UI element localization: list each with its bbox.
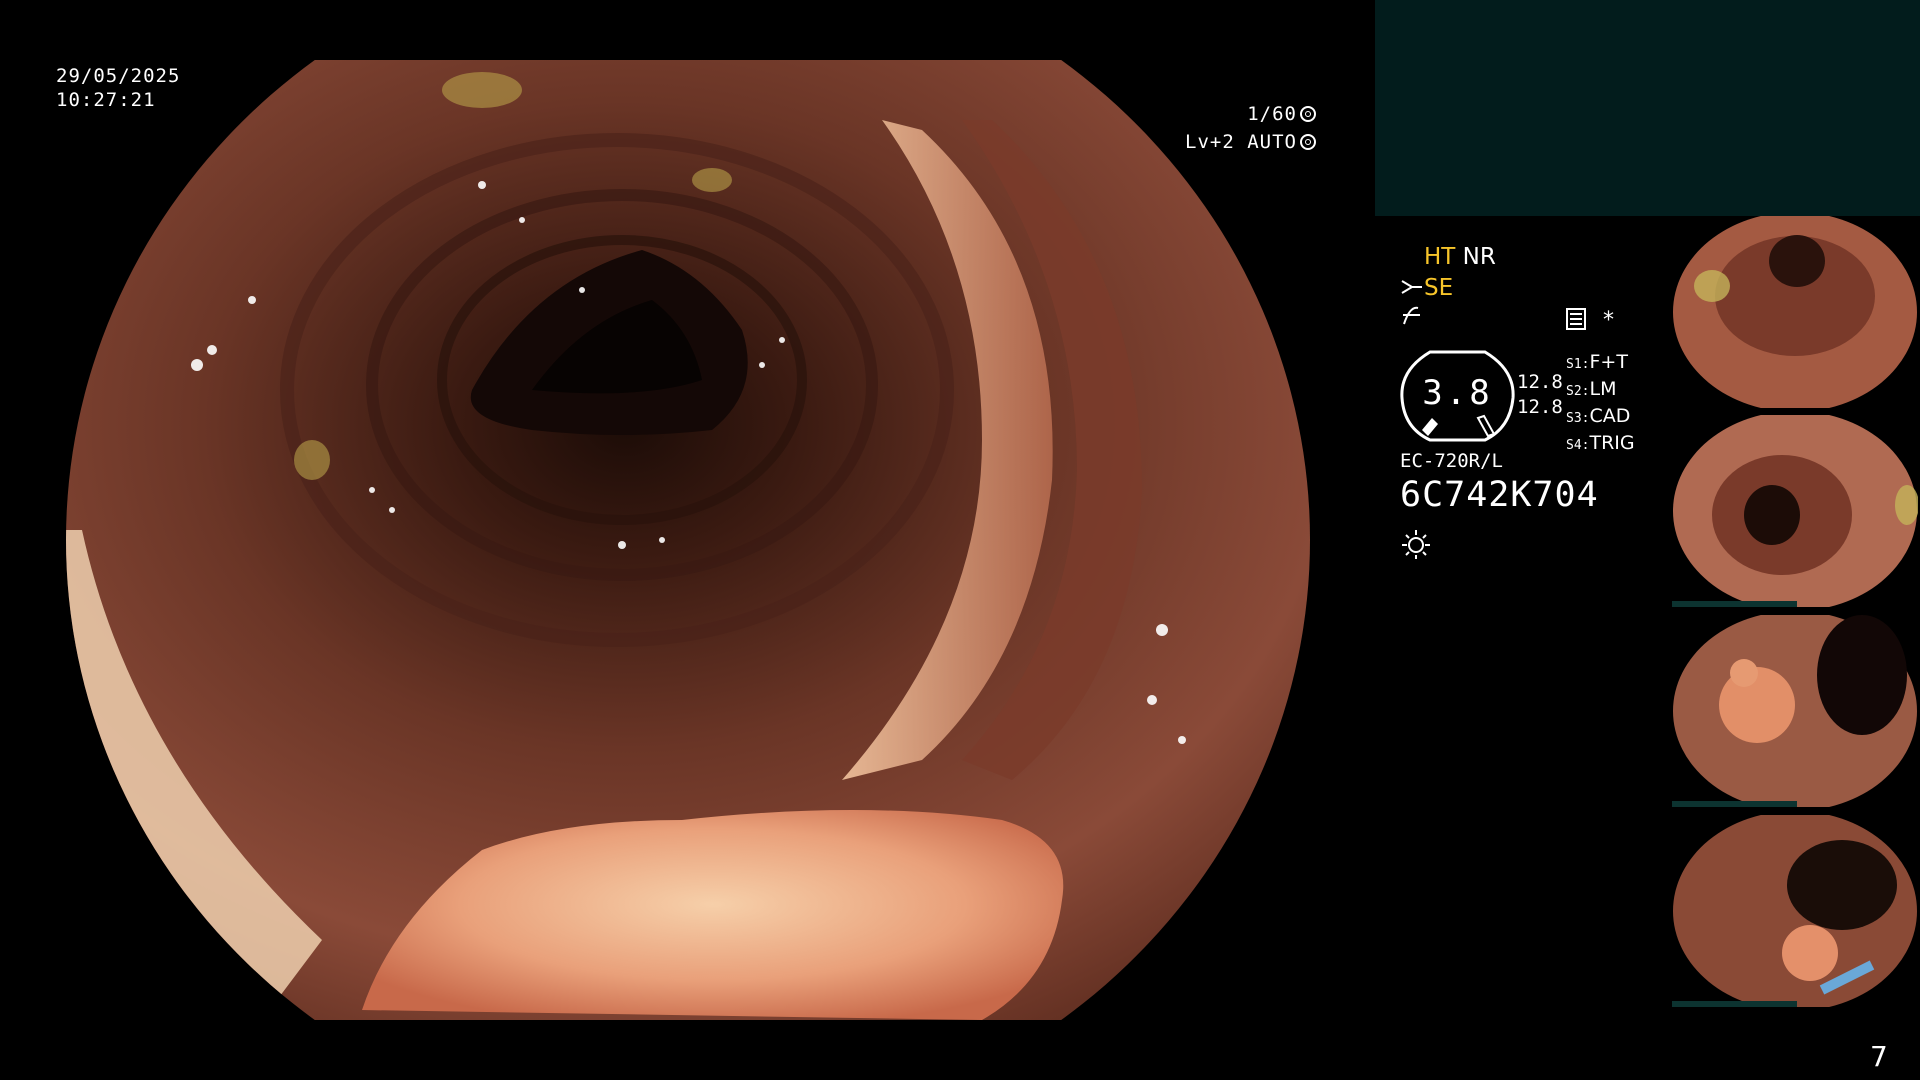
slot-item: S1:F+T (1566, 351, 1628, 373)
thumbnail-4[interactable] (1672, 815, 1918, 1007)
gauge-numbers: 12.8 12.8 (1517, 370, 1563, 420)
memory-icon (1566, 308, 1586, 330)
scissors-icon (1401, 280, 1422, 294)
gauge-number: 12.8 (1517, 371, 1563, 393)
thumbnail-bar (1672, 801, 1797, 807)
date-text: 29/05/2025 (56, 65, 181, 87)
thumbnail-2[interactable] (1672, 415, 1918, 607)
page-number: 7 (1870, 1040, 1888, 1073)
slot-item: S2:LM (1566, 378, 1617, 400)
scope-model: EC-720R/L (1400, 450, 1503, 472)
shutter-speed-text: 1/60 (1247, 103, 1297, 125)
nr-indicator: NR (1462, 244, 1496, 270)
slot-list: S1:F+T S2:LM S3:CAD S4:TRIG (1566, 350, 1635, 458)
datetime-display: 29/05/2025 10:27:21 (56, 64, 180, 112)
ht-indicator: HT (1424, 244, 1456, 270)
level-text: Lv+2 AUTO (1185, 131, 1297, 153)
slot-icons: * (1566, 308, 1614, 333)
gauge-value: 3.8 (1422, 373, 1493, 413)
light-icon (1402, 530, 1430, 559)
scope-serial: 6C742K704 (1400, 475, 1599, 515)
slot-item: S3:CAD (1566, 405, 1631, 427)
thumbnail-3[interactable] (1672, 615, 1918, 807)
auto-iris-icon (1300, 134, 1316, 150)
thumbnail-bar (1672, 1001, 1797, 1007)
shutter-icon (1300, 106, 1316, 122)
thumbnail-bar (1672, 601, 1797, 607)
endoscope-view (62, 60, 1314, 1020)
gauge-number: 12.8 (1517, 396, 1563, 418)
time-text: 10:27:21 (56, 89, 156, 111)
sharpness-icon (1403, 306, 1420, 325)
se-indicator: SE (1424, 275, 1454, 301)
slot-item: S4:TRIG (1566, 432, 1635, 454)
colon-lumen-image (62, 60, 1314, 1020)
asterisk-indicator: * (1603, 308, 1614, 333)
exposure-display: 1/60 Lv+2 AUTO (1185, 100, 1316, 156)
patient-info-panel (1375, 0, 1920, 216)
thumbnail-1[interactable] (1672, 216, 1918, 408)
